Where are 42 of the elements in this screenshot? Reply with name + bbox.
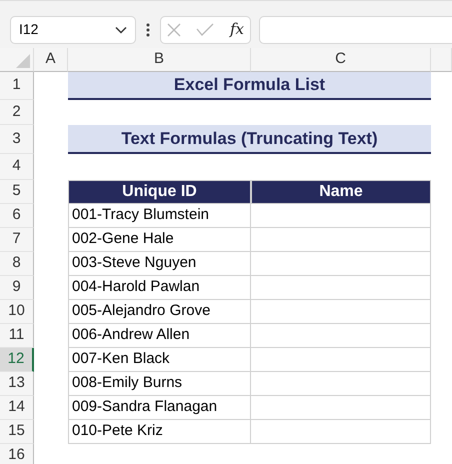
table-cell: 005-Alejandro Grove [68,300,251,324]
column-header[interactable] [431,48,452,72]
check-icon[interactable] [196,23,214,36]
row-header[interactable]: 5 [0,180,34,204]
column-header[interactable]: A [34,48,68,72]
table-cell: 009-Sandra Flanagan [68,396,251,420]
table-cell: 001-Tracy Blumstein [68,204,251,228]
column-header[interactable]: C [251,48,431,72]
row-header[interactable]: 7 [0,228,34,252]
section-title: Text Formulas (Truncating Text) [68,125,431,154]
row-header[interactable]: 14 [0,396,34,420]
insert-function-button[interactable]: fx [230,18,244,41]
more-options-icon[interactable] [146,22,150,36]
sheet-title: Excel Formula List [68,72,431,100]
row-header[interactable]: 15 [0,420,34,444]
table-cell: 004-Harold Pawlan [68,276,251,300]
row-header[interactable]: 11 [0,324,34,348]
table-header: Name [251,180,431,204]
select-all-icon[interactable] [16,54,30,68]
row-header[interactable]: 16 [0,444,34,464]
row-header[interactable]: 2 [0,100,34,125]
row-header[interactable]: 13 [0,372,34,396]
row-header[interactable]: 6 [0,204,34,228]
table-cell: 006-Andrew Allen [68,324,251,348]
row-header[interactable]: 9 [0,276,34,300]
row-header[interactable]: 4 [0,154,34,180]
row-header[interactable]: 1 [0,72,34,100]
row-header[interactable]: 8 [0,252,34,276]
table-cell: 008-Emily Burns [68,372,251,396]
row-header[interactable]: 3 [0,125,34,154]
table-cell: 010-Pete Kriz [68,420,251,444]
close-icon[interactable] [167,22,181,36]
table-cell: 003-Steve Nguyen [68,252,251,276]
formula-input[interactable] [259,16,452,44]
row-header[interactable]: 12 [0,348,34,372]
name-box[interactable]: I12 [10,16,136,44]
chevron-down-icon[interactable] [115,26,127,34]
column-header[interactable]: B [68,48,251,72]
table-cell: 002-Gene Hale [68,228,251,252]
table-cell: 007-Ken Black [68,348,251,372]
table-header: Unique ID [68,180,251,204]
row-header[interactable]: 10 [0,300,34,324]
